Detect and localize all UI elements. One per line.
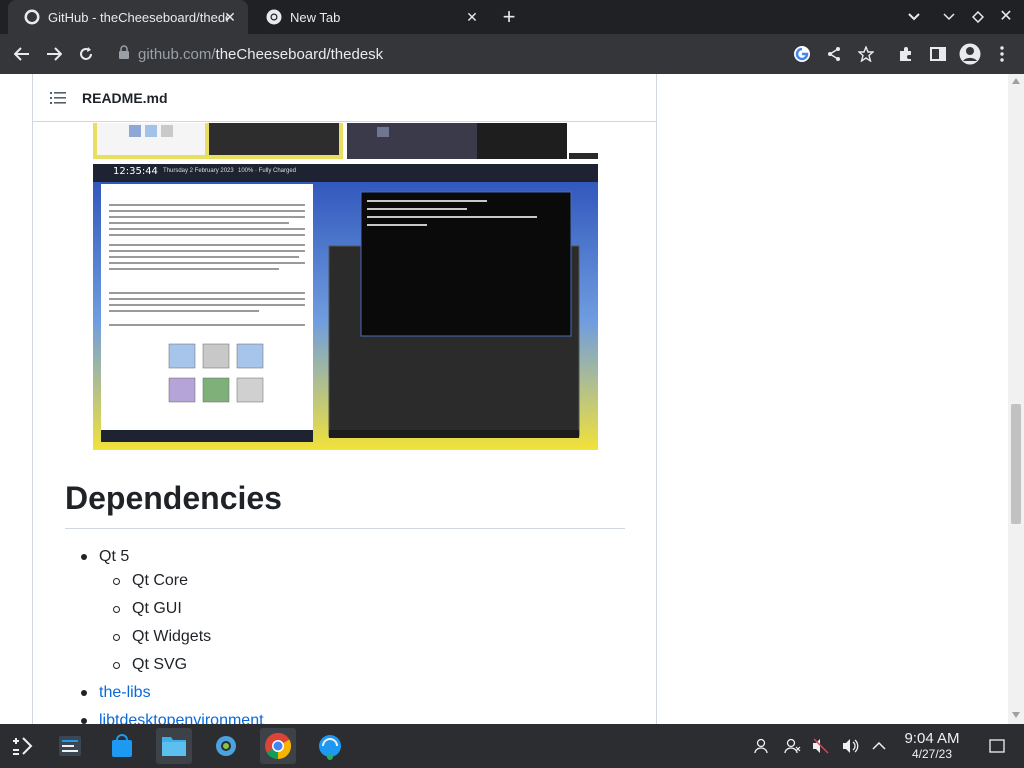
list-item: Qt SVG [113,656,187,674]
url-text: github.com/theCheeseboard/thedesk [138,46,383,63]
dolphin-files-icon[interactable] [156,728,192,764]
list-item-link[interactable]: libtdesktopenvironment [81,712,264,724]
preview-clock: 12:35:44 [113,166,158,177]
application-launcher-icon[interactable] [4,728,40,764]
the-libs-link[interactable]: the-libs [99,684,151,702]
share-icon[interactable] [820,40,848,68]
readme-screenshot-image: 12:35:44 Thursday 2 February 2023 100% ·… [93,164,598,450]
forward-button[interactable] [40,40,68,68]
bullet [113,605,120,613]
list-item: Qt Core [113,572,188,590]
readme-header: README.md [33,74,656,122]
readme-panel: README.md 12:35:44 Thursday 2 February 2… [32,74,657,724]
clock-time: 9:04 AM [904,730,960,747]
url-path: theCheeseboard/thedesk [215,45,384,63]
browser-menu-icon[interactable] [988,40,1016,68]
bullet [81,690,87,696]
scroll-down-arrow-icon[interactable] [1012,712,1020,718]
profile-avatar-icon[interactable] [956,40,984,68]
bullet [113,633,120,641]
google-lens-icon[interactable] [788,40,816,68]
preview-battery: 100% · Fully Charged [238,168,297,174]
back-button[interactable] [8,40,36,68]
scroll-up-arrow-icon[interactable] [1012,78,1020,84]
readme-filename: README.md [82,89,168,106]
github-icon [24,9,40,25]
volume-icon[interactable] [841,736,861,756]
web-page: README.md 12:35:44 Thursday 2 February 2… [0,74,1024,724]
tab-strip: GitHub - theCheeseboard/thedesk ✕ New Ta… [0,0,1024,34]
bullet [81,554,87,560]
bookmark-star-icon[interactable] [852,40,880,68]
list-item-link[interactable]: the-libs [81,684,151,702]
address-bar[interactable]: github.com/theCheeseboard/thedesk [112,39,852,69]
list-item: Qt Widgets [113,628,211,646]
maximize-window-icon[interactable] [966,5,990,29]
close-tab-icon[interactable]: ✕ [464,9,480,25]
bullet [113,577,120,585]
tab-search-icon[interactable] [902,5,926,29]
tab-title: New Tab [290,9,341,25]
url-host: github.com/ [138,45,216,63]
libtdesktopenvironment-link[interactable]: libtdesktopenvironment [99,712,264,724]
heading-divider [65,528,625,529]
show-hidden-icons-icon[interactable] [869,736,889,756]
chrome-icon [266,9,282,25]
audio-muted-icon[interactable] [811,736,831,756]
lock-icon[interactable] [118,44,130,64]
outline-menu-icon[interactable] [50,91,66,104]
discover-store-icon[interactable] [104,728,140,764]
clock-date: 4/27/23 [911,747,953,761]
switch-user-icon[interactable] [782,736,802,756]
taskbar: 9:04 AM 4/27/23 [0,724,1024,768]
system-clock[interactable]: 9:04 AM 4/27/23 [896,730,968,762]
chrome-taskbar-icon[interactable] [260,728,296,764]
browser-toolbar: github.com/theCheeseboard/thedesk [0,34,1024,74]
preview-date: Thursday 2 February 2023 [163,168,234,174]
list-item: Qt GUI [113,600,182,618]
show-desktop-icon[interactable] [987,736,1007,756]
system-settings-icon[interactable] [52,728,88,764]
tab-github[interactable]: GitHub - theCheeseboard/thedesk ✕ [8,0,248,34]
extensions-icon[interactable] [892,40,920,68]
settings-gear-icon[interactable] [208,728,244,764]
tab-new-tab[interactable]: New Tab ✕ [250,0,490,34]
discover-update-icon[interactable] [312,728,348,764]
close-window-icon[interactable]: ✕ [994,5,1018,29]
list-item: Qt 5 [81,548,129,566]
new-tab-button[interactable]: + [497,5,521,29]
minimize-window-icon[interactable] [937,5,961,29]
bullet [113,661,120,669]
scroll-thumb[interactable] [1011,404,1021,524]
readme-screenshot-top [93,123,598,159]
page-scrollbar[interactable] [1008,74,1024,724]
reload-button[interactable] [72,40,100,68]
user-icon[interactable] [751,736,771,756]
close-tab-icon[interactable]: ✕ [222,9,238,25]
side-panel-icon[interactable] [924,40,952,68]
dependencies-heading: Dependencies [65,480,282,516]
tab-title: GitHub - theCheeseboard/thedesk [48,9,228,25]
